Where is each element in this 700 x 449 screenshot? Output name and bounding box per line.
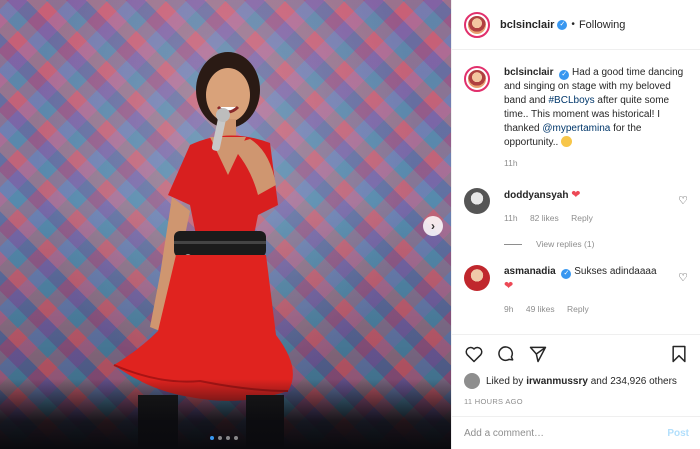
smiling-emoji-icon [561,136,573,147]
view-replies-button[interactable]: View replies (1) [504,239,688,249]
carousel-dot [234,436,238,440]
liked-by-suffix[interactable]: and 234,926 others [588,376,677,387]
comment-heart-icon[interactable]: ♡ [678,271,688,284]
verified-badge-icon: ✓ [559,70,570,80]
author-avatar[interactable] [464,66,490,92]
verified-badge-icon: ✓ [557,19,568,30]
red-heart-emoji-icon: ❤ [504,280,514,292]
caption-meta: 11h [504,158,684,168]
liked-by-user[interactable]: irwanmussry [526,376,588,387]
reply-button[interactable]: Reply [567,304,589,314]
reply-button[interactable]: Reply [571,213,593,223]
comment-username[interactable]: doddyansyah [504,190,568,201]
caption-username[interactable]: bclsinclair [504,67,553,78]
carousel-dot [218,436,222,440]
comment-username[interactable]: asmanadia [504,266,556,277]
heart-icon[interactable] [464,344,484,364]
comment-likes[interactable]: 82 likes [530,213,559,223]
caption-age[interactable]: 11h [504,158,518,168]
commenter-avatar[interactable] [464,188,490,214]
comment-icon[interactable] [496,344,516,364]
comment-likes[interactable]: 49 likes [526,304,555,314]
bookmark-icon[interactable] [669,344,689,364]
hashtag-link[interactable]: #BCLboys [549,95,595,106]
share-icon[interactable] [528,344,548,364]
post-photo[interactable]: › [0,0,451,449]
caption: bclsinclair ✓ Had a good time dancing an… [464,66,688,168]
replies-divider [504,243,522,245]
add-comment-bar: Add a comment… Post [452,416,700,449]
comments-section: bclsinclair ✓ Had a good time dancing an… [452,50,700,334]
instagram-post: › bclsinclair ✓ • Following bclsinclair … [0,0,700,449]
carousel-dot-active [210,436,214,440]
comment-meta: 9h 49 likes Reply [504,302,657,316]
comment-age[interactable]: 11h [504,213,518,223]
carousel-indicator [210,436,238,440]
author-username[interactable]: bclsinclair [500,19,554,31]
post-sidebar: bclsinclair ✓ • Following bclsinclair ✓ … [451,0,700,449]
comment-item: asmanadia ✓ Sukses adindaaaa ❤ 9h 49 lik… [464,265,688,316]
mention-link[interactable]: @mypertamina [542,123,610,134]
comment-input[interactable]: Add a comment… [464,428,667,439]
comment-age[interactable]: 9h [504,304,513,314]
next-slide-chevron-icon[interactable]: › [423,216,443,236]
author-avatar[interactable] [464,11,490,38]
liked-by-prefix: Liked by [486,375,524,387]
post-timestamp[interactable]: 11 HOURS AGO [464,397,689,406]
action-icons [464,343,689,365]
caption-text: bclsinclair ✓ Had a good time dancing an… [504,66,684,150]
liker-avatar[interactable] [464,373,480,389]
post-actions: Liked by irwanmussry and 234,926 others … [452,334,700,406]
comment-text: Sukses adindaaaa [574,266,657,277]
liked-by: Liked by irwanmussry and 234,926 others [464,373,689,389]
commenter-avatar[interactable] [464,265,490,291]
verified-badge-icon: ✓ [561,269,572,279]
carousel-dot [226,436,230,440]
comment-item: doddyansyah ❤ 11h 82 likes Reply ♡ [464,188,688,225]
comment-meta: 11h 82 likes Reply [504,211,603,225]
separator-dot: • [571,19,575,30]
post-header: bclsinclair ✓ • Following [452,0,700,50]
comment-heart-icon[interactable]: ♡ [678,194,688,207]
view-replies-label: View replies (1) [536,239,595,249]
red-heart-emoji-icon: ❤ [571,189,581,201]
post-comment-button[interactable]: Post [667,428,689,439]
following-button[interactable]: Following [579,19,625,31]
